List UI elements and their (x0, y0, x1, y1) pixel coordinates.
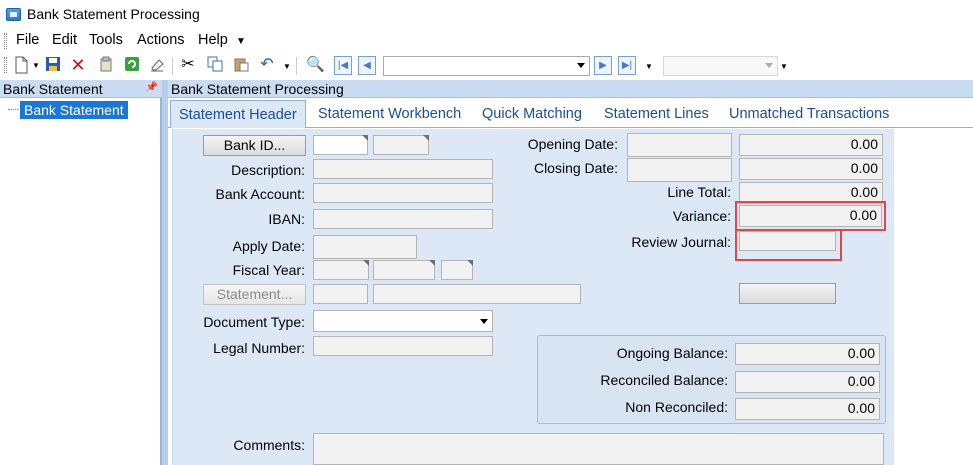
find-icon[interactable]: 🔍 (306, 56, 325, 74)
menu-grip-icon[interactable] (4, 33, 7, 49)
menu-bar: File Edit Tools Actions Help ▼ (0, 30, 973, 52)
reconciled-balance-label: Reconciled Balance: (600, 372, 728, 388)
document-type-select[interactable] (313, 310, 493, 332)
description-label: Description: (231, 162, 305, 178)
chevron-down-icon (765, 63, 773, 68)
closing-date-label: Closing Date: (533, 160, 618, 176)
menu-actions[interactable]: Actions (137, 32, 185, 48)
right-panel-title: Bank Statement Processing (171, 81, 344, 97)
menu-tools[interactable]: Tools (89, 32, 123, 48)
toolbar-grip-icon[interactable] (4, 57, 7, 73)
attach-icon[interactable] (97, 56, 115, 74)
tab-quick-matching[interactable]: Quick Matching (482, 106, 582, 122)
copy-icon[interactable] (206, 56, 224, 74)
next-record-icon[interactable]: ▶ (594, 56, 612, 75)
apply-date-field[interactable] (313, 235, 417, 259)
action-button[interactable] (739, 283, 836, 304)
comments-label: Comments: (233, 437, 305, 453)
review-journal-field[interactable] (739, 231, 836, 251)
tab-unmatched-transactions[interactable]: Unmatched Transactions (729, 106, 889, 122)
comments-field[interactable] (313, 433, 884, 465)
review-journal-label: Review Journal: (631, 234, 731, 250)
tab-bar: Statement Header Statement Workbench Qui… (168, 98, 973, 128)
statement-button: Statement... (203, 284, 306, 305)
variance-label: Variance: (672, 208, 731, 224)
document-type-label: Document Type: (203, 314, 305, 330)
apply-date-label: Apply Date: (232, 238, 305, 254)
previous-record-icon[interactable]: ◀ (358, 56, 376, 75)
chevron-down-icon (577, 63, 585, 68)
iban-label: IBAN: (268, 211, 305, 227)
window-title: Bank Statement Processing (27, 6, 200, 22)
bank-account-field[interactable] (313, 183, 493, 203)
nav-overflow-icon[interactable]: ▼ (645, 62, 653, 71)
ongoing-balance-field[interactable]: 0.00 (735, 343, 880, 365)
non-reconciled-field[interactable]: 0.00 (735, 398, 880, 420)
bank-account-label: Bank Account: (215, 186, 305, 202)
tab-statement-lines[interactable]: Statement Lines (604, 106, 709, 122)
new-icon[interactable] (12, 56, 30, 74)
description-field[interactable] (313, 159, 493, 179)
variance-field[interactable]: 0.00 (739, 205, 882, 227)
fiscal-suffix-field[interactable] (441, 260, 473, 280)
chevron-down-icon (480, 319, 488, 324)
left-panel-title: Bank Statement (3, 81, 103, 97)
tab-statement-header[interactable]: Statement Header (170, 100, 306, 128)
refresh-icon[interactable] (123, 56, 141, 74)
left-panel-header: Bank Statement 📌 (0, 80, 162, 98)
save-icon[interactable] (44, 56, 62, 74)
menu-overflow-icon[interactable]: ▼ (236, 36, 246, 47)
menu-file[interactable]: File (16, 32, 39, 48)
reconciled-balance-field[interactable]: 0.00 (735, 371, 880, 393)
opening-balance-field[interactable]: 0.00 (739, 134, 883, 156)
opening-date-field[interactable] (627, 133, 732, 157)
first-record-icon[interactable]: |◀ (334, 56, 352, 75)
opening-date-label: Opening Date: (527, 136, 618, 152)
fiscal-year-label: Fiscal Year: (232, 262, 305, 278)
cut-icon[interactable]: ✂ (179, 56, 197, 74)
legal-number-field[interactable] (313, 336, 493, 356)
paste-icon[interactable] (232, 56, 250, 74)
ongoing-balance-label: Ongoing Balance: (616, 345, 728, 361)
closing-balance-field[interactable]: 0.00 (739, 158, 883, 180)
bank-id-button[interactable]: Bank ID... (203, 135, 306, 156)
fiscal-period-field[interactable] (373, 260, 435, 280)
record-selector[interactable] (383, 56, 590, 76)
legal-number-label: Legal Number: (213, 340, 305, 356)
closing-date-field[interactable] (627, 158, 732, 182)
secondary-selector (663, 56, 778, 76)
toolbar-overflow-icon[interactable]: ▼ (780, 62, 788, 71)
bank-id-field[interactable] (313, 135, 368, 155)
statement-number-field[interactable] (313, 284, 368, 304)
menu-edit[interactable]: Edit (52, 32, 77, 48)
tab-statement-workbench[interactable]: Statement Workbench (318, 106, 461, 122)
app-icon (6, 8, 21, 21)
tree-item-bank-statement[interactable]: Bank Statement (20, 101, 128, 119)
non-reconciled-label: Non Reconciled: (625, 399, 728, 415)
last-record-icon[interactable]: ▶| (618, 56, 636, 75)
clear-icon[interactable] (148, 56, 166, 74)
iban-field[interactable] (313, 209, 493, 229)
fiscal-year-field[interactable] (313, 260, 369, 280)
delete-icon[interactable]: ✕ (69, 56, 87, 74)
tree-panel: Bank Statement (0, 98, 162, 465)
menu-help[interactable]: Help (198, 32, 228, 48)
undo-dropdown-icon[interactable]: ▼ (283, 62, 291, 71)
line-total-label: Line Total: (667, 184, 731, 200)
title-bar: Bank Statement Processing (0, 0, 973, 30)
toolbar: ▼ ✕ ✂ ↶ ▼ 🔍 |◀ ◀ ▶ ▶| ▼ ▼ (0, 52, 973, 79)
bank-id-secondary-field[interactable] (373, 135, 429, 155)
right-panel-header: Bank Statement Processing (168, 80, 973, 98)
undo-icon[interactable]: ↶ (258, 56, 276, 74)
new-dropdown-icon[interactable]: ▼ (32, 61, 40, 70)
pin-icon[interactable]: 📌 (146, 82, 158, 93)
statement-description-field[interactable] (373, 284, 581, 304)
